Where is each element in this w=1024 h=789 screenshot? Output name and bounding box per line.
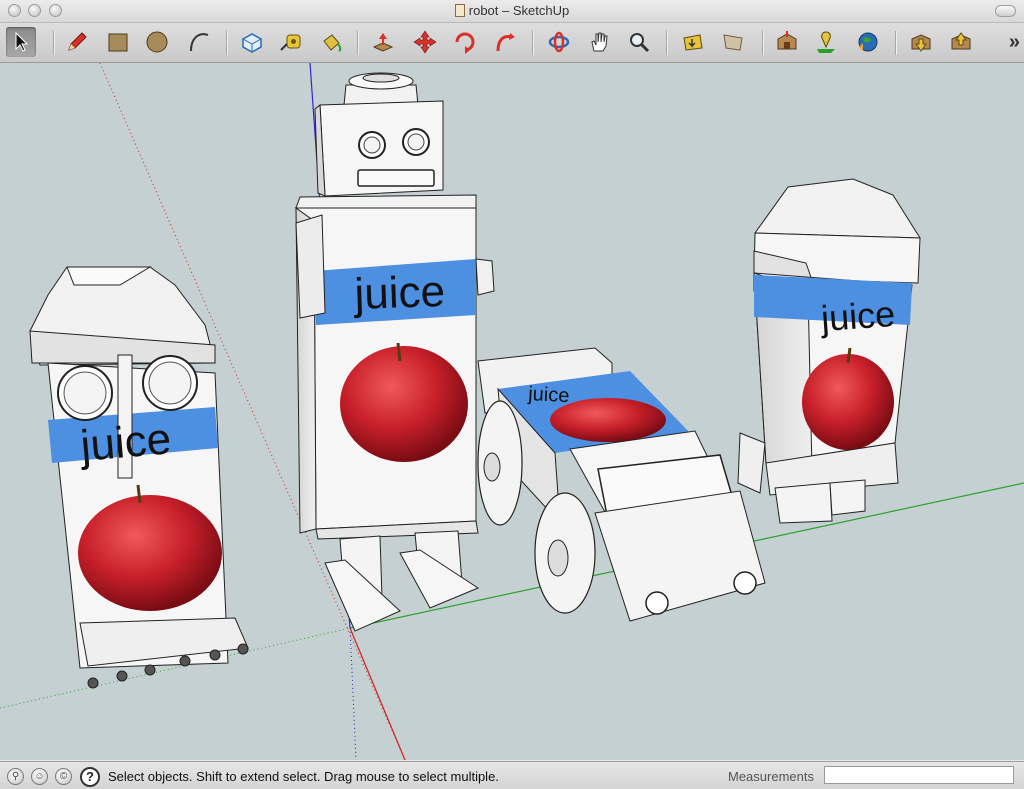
toolbar-separator xyxy=(532,31,534,55)
help-icon[interactable]: ? xyxy=(80,767,100,787)
share-component-icon xyxy=(951,32,971,50)
geo-location-icon[interactable]: ⚲ xyxy=(7,768,24,785)
document-proxy-icon[interactable] xyxy=(454,4,465,17)
right-juice-robot[interactable] xyxy=(737,178,921,524)
pan-tool-button[interactable] xyxy=(584,27,614,57)
arc-icon xyxy=(190,33,209,52)
location-pin-icon xyxy=(817,31,835,53)
apple-image xyxy=(802,354,894,450)
zoom-tool-button[interactable] xyxy=(624,27,654,57)
toolbar-separator xyxy=(666,31,668,55)
warehouse-icon xyxy=(777,31,797,50)
blue-axis-dotted xyxy=(349,627,357,760)
arrow-cursor-icon xyxy=(15,31,29,52)
magnifier-icon xyxy=(630,33,650,53)
juice-label-car: juice xyxy=(527,383,570,407)
apple-image xyxy=(340,346,468,462)
preview-google-earth-tool-button[interactable] xyxy=(852,27,882,57)
previous-view-icon xyxy=(683,34,703,51)
sketchup-window: robot – SketchUp » juice juice juice jui… xyxy=(0,0,1024,789)
juice-label-center: juice xyxy=(352,267,446,319)
apple-image xyxy=(78,495,222,611)
credits-icon[interactable]: ☺ xyxy=(31,768,48,785)
google-earth-icon xyxy=(858,32,878,52)
arc-tool-button[interactable] xyxy=(184,27,214,57)
get-models-tool-button[interactable] xyxy=(772,27,802,57)
move-tool-button[interactable] xyxy=(410,27,440,57)
drawing-viewport[interactable]: juice juice juice juice xyxy=(0,63,1024,760)
pencil-icon xyxy=(68,32,87,51)
juice-label-right: juice xyxy=(819,293,897,339)
orbit-icon xyxy=(548,31,570,53)
toolbar-separator xyxy=(895,31,897,55)
copyright-icon[interactable]: © xyxy=(55,768,72,785)
make-component-tool-button[interactable] xyxy=(237,27,267,57)
circle-tool-button[interactable] xyxy=(142,27,172,57)
center-juice-robot[interactable] xyxy=(294,72,495,632)
toolbar-separator xyxy=(762,31,764,55)
red-axis xyxy=(349,627,406,760)
paint-bucket-icon xyxy=(323,34,342,52)
component-icon xyxy=(242,33,262,53)
rectangle-tool-button[interactable] xyxy=(103,27,133,57)
toolbar-separator xyxy=(53,31,55,55)
select-tool-button[interactable] xyxy=(6,27,36,57)
car-juice-robot[interactable] xyxy=(477,347,766,622)
tape-measure-tool-button[interactable] xyxy=(276,27,306,57)
juice-label-left: juice xyxy=(77,414,173,471)
toolbar-separator xyxy=(357,31,359,55)
pencil-tool-button[interactable] xyxy=(62,27,92,57)
rotate-icon xyxy=(455,32,475,54)
next-view-tool-button[interactable] xyxy=(718,27,748,57)
measurements-input[interactable] xyxy=(824,766,1014,784)
hand-icon xyxy=(591,32,608,52)
circle-icon xyxy=(146,31,168,53)
rectangle-icon xyxy=(108,33,128,52)
share-model-tool-button[interactable] xyxy=(906,27,936,57)
toolbar-overflow-button[interactable]: » xyxy=(1009,31,1020,54)
model-scene: juice juice juice juice xyxy=(0,63,1024,760)
follow-me-icon xyxy=(496,33,515,52)
rotate-tool-button[interactable] xyxy=(450,27,480,57)
tool-bar: » xyxy=(0,23,1024,63)
tape-measure-icon xyxy=(280,34,301,51)
add-location-tool-button[interactable] xyxy=(811,27,841,57)
toolbar-separator xyxy=(226,31,228,55)
share-component-tool-button[interactable] xyxy=(946,27,976,57)
status-bar: ⚲ ☺ © ? Select objects. Shift to extend … xyxy=(0,761,1024,789)
status-message: Select objects. Shift to extend select. … xyxy=(108,769,499,784)
left-juice-robot[interactable] xyxy=(29,266,249,689)
follow-me-tool-button[interactable] xyxy=(490,27,520,57)
window-title: robot – SketchUp xyxy=(468,3,570,18)
push-pull-tool-button[interactable] xyxy=(368,27,398,57)
share-model-icon xyxy=(911,34,931,52)
next-view-icon xyxy=(723,34,743,51)
move-icon xyxy=(413,30,437,54)
toolbar-toggle-button[interactable] xyxy=(995,5,1016,17)
previous-view-tool-button[interactable] xyxy=(678,27,708,57)
measurements-label: Measurements xyxy=(728,769,814,784)
orbit-tool-button[interactable] xyxy=(544,27,574,57)
paint-bucket-tool-button[interactable] xyxy=(316,27,346,57)
title-bar: robot – SketchUp xyxy=(0,0,1024,23)
push-pull-icon xyxy=(372,33,394,52)
